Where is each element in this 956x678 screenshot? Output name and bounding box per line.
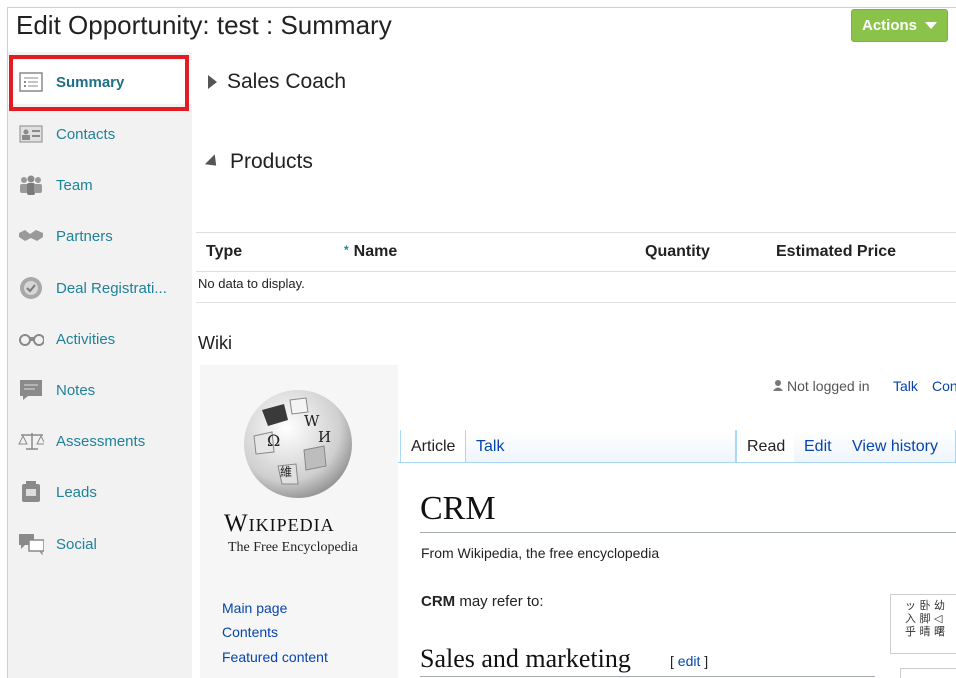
sidebar-item-label: Social [56,535,97,553]
user-contributions-link[interactable]: Con [932,378,956,394]
side-image-thumbnail[interactable]: ッ 卧 幼 入 脚 ◁ 乎 晴 曙 [890,594,956,654]
team-icon [18,173,44,197]
column-quantity[interactable]: Quantity [645,243,710,261]
article-source: From Wikipedia, the free encyclopedia [421,545,660,561]
sidebar-item-deal-registration[interactable]: Deal Registrati... [8,266,192,310]
column-name[interactable]: * Name [344,243,397,261]
column-name-label: Name [353,243,398,260]
sidebar-item-activities[interactable]: Activities [8,317,192,361]
user-icon [773,378,783,391]
not-logged-in: Not logged in [773,378,870,394]
tab-article[interactable]: Article [400,430,467,463]
page-title: Edit Opportunity: test : Summary [16,10,392,40]
sidebar-item-label: Assessments [56,432,146,450]
title-rule [420,532,956,533]
expand-arrow-icon [208,75,217,89]
sidebar-item-notes[interactable]: Notes [8,368,192,412]
table-top-rule [196,232,956,233]
binoculars-icon [18,327,44,351]
user-talk-link[interactable]: Talk [893,378,918,394]
required-marker: * [344,243,349,257]
section-edit: [ edit ] [670,653,709,669]
globe-glyph: Ω [267,431,280,450]
sidebar-item-label: Contacts [56,125,116,143]
actions-label: Actions [861,17,917,34]
sidebar-item-partners[interactable]: Partners [8,214,192,258]
tab-view-history[interactable]: View history [842,430,956,463]
section-rule [420,676,875,677]
sidebar-item-label: Notes [56,381,96,399]
collapse-arrow-icon [204,153,222,171]
tabs-rule [398,462,956,463]
no-data-message: No data to display. [198,276,305,291]
caret-down-icon [925,22,937,29]
sidebar-item-team[interactable]: Team [8,163,192,207]
check-seal-icon [18,276,44,300]
sidebar-item-social[interactable]: Social [8,522,192,566]
wikipedia-wordmark: Wikipedia [224,510,335,537]
scales-icon [18,429,44,453]
sidebar-item-label: Partners [56,227,113,245]
sidebar-item-label: Deal Registrati... [56,279,167,297]
sidebar-item-label: Leads [56,483,97,501]
section-heading: Sales and marketing [420,644,631,673]
wiki-label: Wiki [198,333,232,353]
handshake-icon [18,224,44,248]
sidebar-item-summary[interactable]: Summary [8,60,192,104]
sidebar-item-label: Team [56,176,93,194]
wikipedia-tagline: The Free Encyclopedia [228,540,358,555]
wiki-nav-contents[interactable]: Contents [222,624,278,640]
sidebar-item-label: Activities [56,330,116,348]
header-rule [196,271,956,272]
leads-icon [18,480,44,504]
chat-bubbles-icon [18,532,44,556]
sidebar-item-label: Summary [56,73,125,91]
sidebar: Summary Contacts Team Partners Deal Regi… [8,52,192,678]
globe-glyph: 維 [280,465,292,479]
wiki-nav-main-page[interactable]: Main page [222,600,287,616]
products-heading: Products [230,150,313,173]
globe-glyph: И [318,428,331,446]
actions-button[interactable]: Actions [851,9,948,42]
wikipedia-globe-icon[interactable]: Ω W И 維 [232,380,364,500]
sales-coach-section[interactable]: Sales Coach [208,70,346,94]
sidebar-item-contacts[interactable]: Contacts [8,112,192,156]
section-edit-link[interactable]: edit [678,653,701,669]
wiki-nav-featured-content[interactable]: Featured content [222,649,328,665]
table-bottom-rule [196,302,956,303]
disambiguation-intro: CRM may refer to: [421,593,544,610]
column-type[interactable]: Type [206,243,242,261]
summary-icon [18,70,44,94]
sales-coach-heading: Sales Coach [227,70,347,93]
note-icon [18,378,44,402]
sidebar-item-assessments[interactable]: Assessments [8,419,192,463]
products-section[interactable]: Products [204,150,313,174]
sidebar-item-leads[interactable]: Leads [8,470,192,514]
tab-talk[interactable]: Talk [466,430,736,463]
article-title: CRM [420,490,496,527]
tab-edit[interactable]: Edit [794,430,843,463]
tab-read[interactable]: Read [736,430,797,463]
contact-card-icon [18,122,44,146]
column-estimated-price[interactable]: Estimated Price [776,243,896,261]
side-box [900,668,956,678]
